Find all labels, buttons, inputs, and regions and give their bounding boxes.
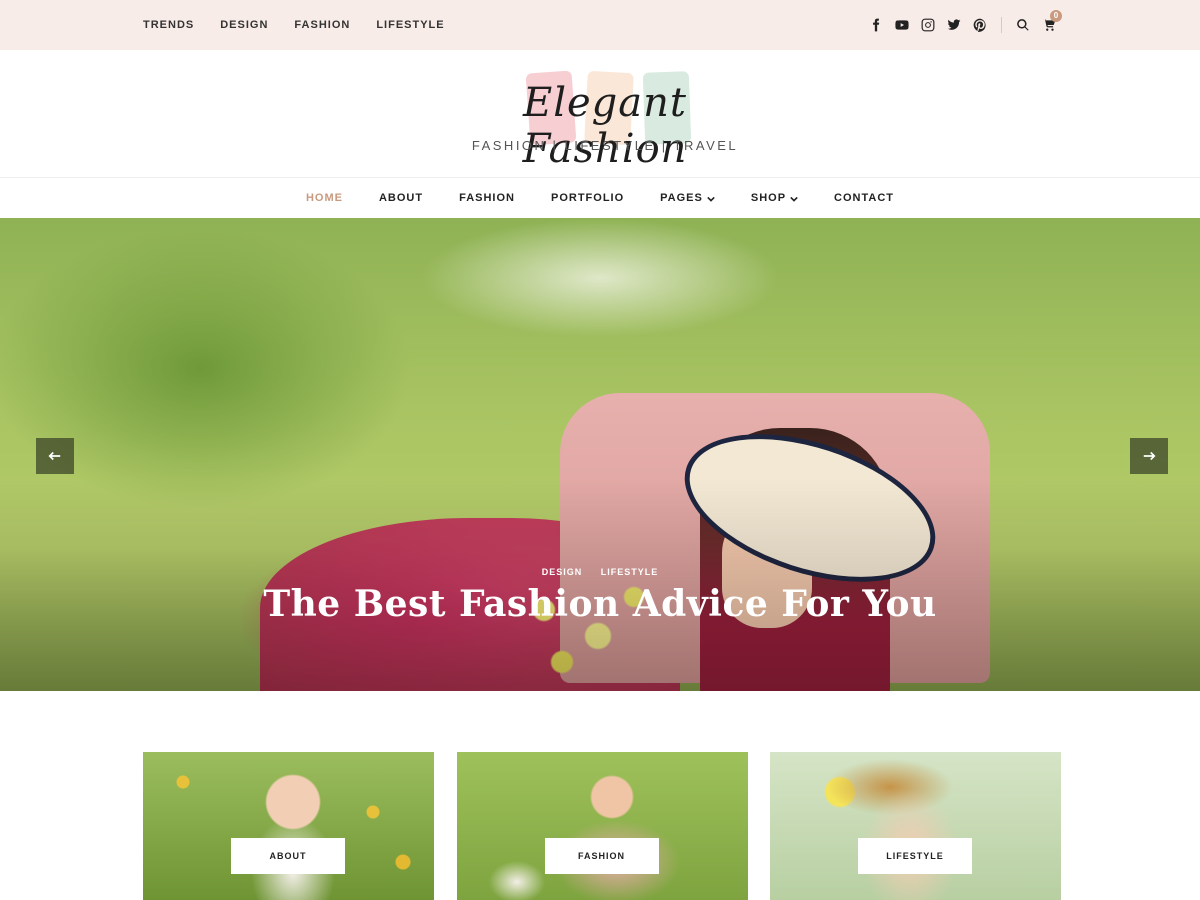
pinterest-icon[interactable] <box>973 18 987 32</box>
promo-card-about[interactable]: ABOUT <box>143 752 434 900</box>
hero-slider: DESIGN LIFESTYLE The Best Fashion Advice… <box>0 218 1200 691</box>
top-nav-lifestyle[interactable]: LIFESTYLE <box>376 19 444 31</box>
logo-title: Elegant Fashion <box>522 80 688 172</box>
slider-next-button[interactable] <box>1130 438 1168 474</box>
promo-card-label[interactable]: LIFESTYLE <box>858 838 972 874</box>
top-bar: TRENDS DESIGN FASHION LIFESTYLE 0 <box>0 0 1200 50</box>
promo-card-label[interactable]: FASHION <box>544 838 659 874</box>
nav-home[interactable]: HOME <box>306 192 343 204</box>
arrow-right-icon <box>1143 451 1156 461</box>
icon-divider <box>1001 17 1002 33</box>
twitter-icon[interactable] <box>947 18 961 32</box>
chevron-down-icon <box>790 194 798 202</box>
main-nav: HOME ABOUT FASHION PORTFOLIO PAGES SHOP … <box>0 178 1200 218</box>
youtube-icon[interactable] <box>895 18 909 32</box>
nav-about[interactable]: ABOUT <box>379 192 423 204</box>
nav-pages[interactable]: PAGES <box>660 192 715 204</box>
site-header: Elegant Fashion FASHION | LIFESTYLE | TR… <box>0 50 1200 178</box>
promo-card-fashion[interactable]: FASHION <box>456 752 748 900</box>
search-icon[interactable] <box>1016 18 1030 32</box>
arrow-left-icon <box>48 451 61 461</box>
promo-card-lifestyle[interactable]: LIFESTYLE <box>770 752 1061 900</box>
nav-contact[interactable]: CONTACT <box>834 192 894 204</box>
nav-pages-label: PAGES <box>660 192 703 204</box>
promo-card-image <box>143 752 434 900</box>
nav-shop[interactable]: SHOP <box>751 192 798 204</box>
chevron-down-icon <box>707 194 715 202</box>
facebook-icon[interactable] <box>869 18 883 32</box>
nav-portfolio[interactable]: PORTFOLIO <box>551 192 624 204</box>
promo-cards: ABOUT FASHION LIFESTYLE <box>143 752 1061 900</box>
slider-prev-button[interactable] <box>36 438 74 474</box>
logo-tagline: FASHION | LIFESTYLE | TRAVEL <box>471 138 739 153</box>
hero-category-design[interactable]: DESIGN <box>542 567 583 577</box>
site-logo[interactable]: Elegant Fashion FASHION | LIFESTYLE | TR… <box>470 70 740 172</box>
nav-shop-label: SHOP <box>750 192 787 204</box>
top-nav-trends[interactable]: TRENDS <box>143 19 194 31</box>
hero-categories: DESIGN LIFESTYLE <box>0 562 1200 580</box>
instagram-icon[interactable] <box>921 18 935 32</box>
top-nav-design[interactable]: DESIGN <box>220 19 268 31</box>
promo-card-label[interactable]: ABOUT <box>231 838 345 874</box>
secondary-nav: TRENDS DESIGN FASHION LIFESTYLE <box>143 0 471 50</box>
promo-card-image <box>770 752 1061 900</box>
cart-icon[interactable]: 0 <box>1042 10 1062 32</box>
hero-category-lifestyle[interactable]: LIFESTYLE <box>601 567 659 577</box>
top-nav-fashion[interactable]: FASHION <box>294 19 350 31</box>
cart-count-badge: 0 <box>1050 10 1062 22</box>
top-icons: 0 <box>857 0 1062 50</box>
nav-fashion[interactable]: FASHION <box>459 192 515 204</box>
hero-title[interactable]: The Best Fashion Advice For You <box>0 583 1200 625</box>
promo-card-image <box>456 752 748 900</box>
